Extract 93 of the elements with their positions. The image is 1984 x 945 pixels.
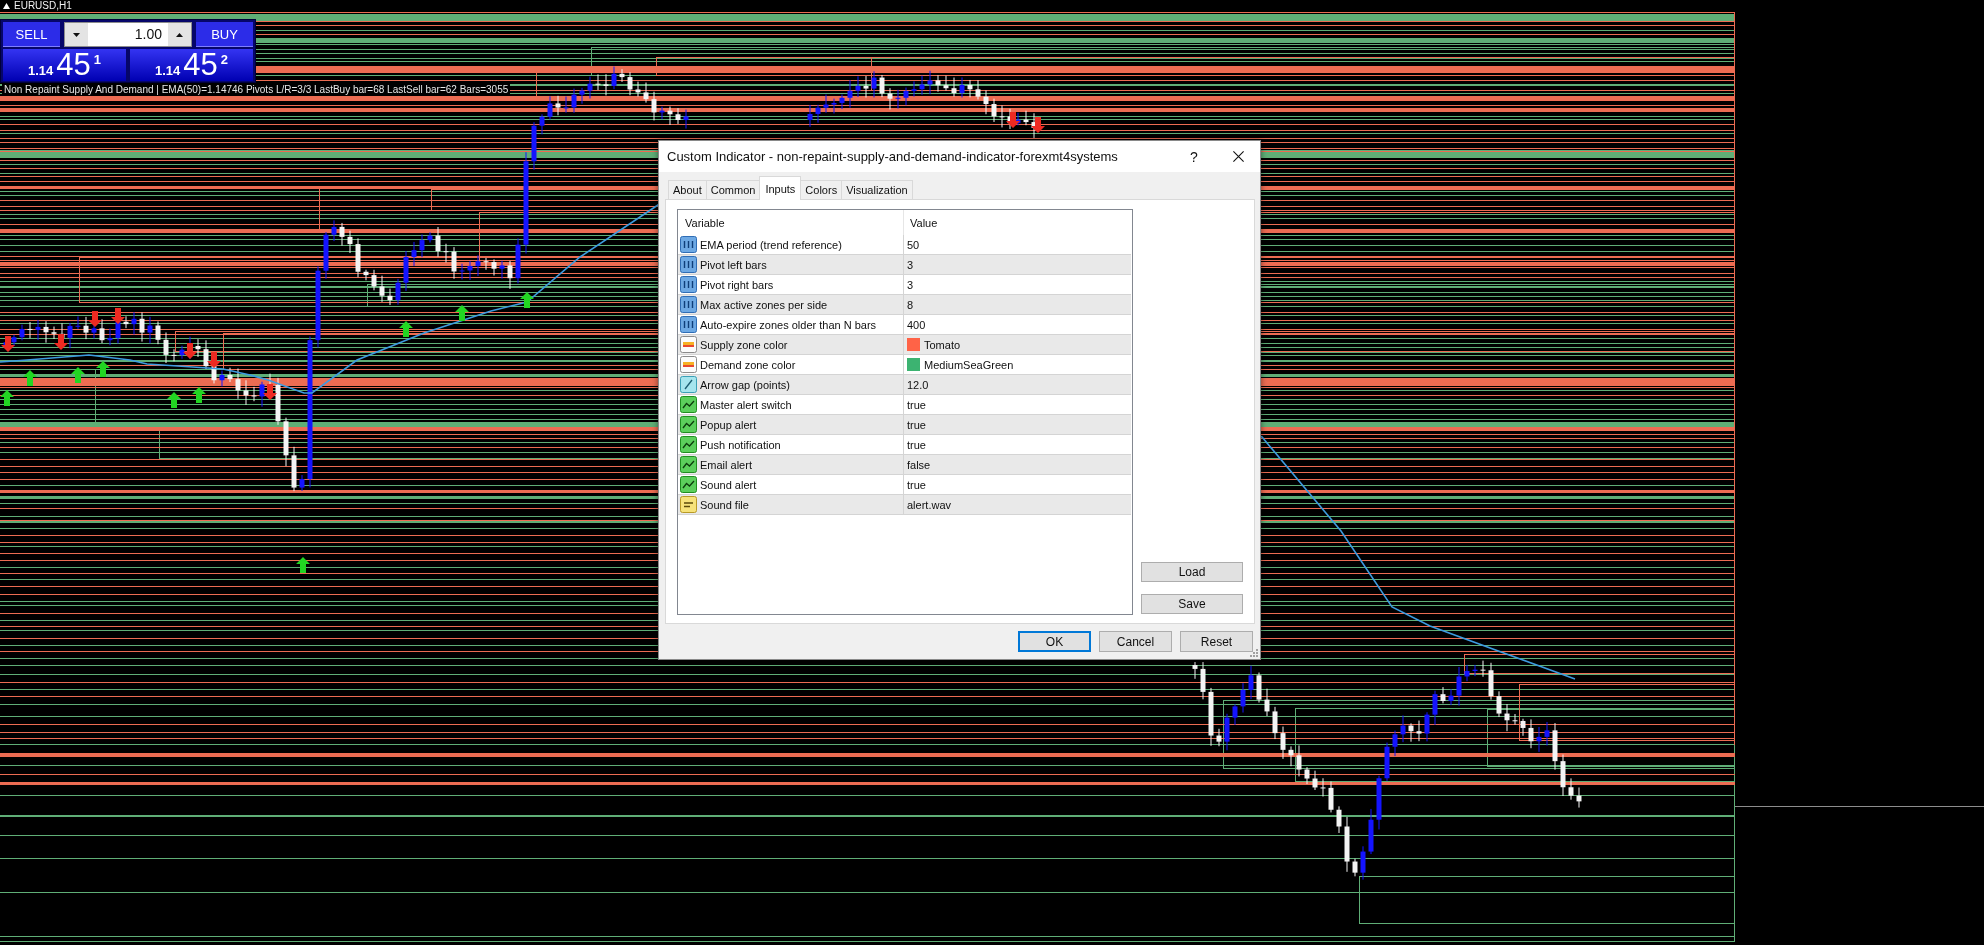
value-text: 3: [907, 258, 914, 271]
variable-name: Master alert switch: [700, 398, 792, 411]
palette-tile-icon: [680, 356, 697, 373]
variable-name: Max active zones per side: [700, 298, 828, 311]
zigzag-tile-icon: [680, 456, 697, 473]
reset-button[interactable]: Reset: [1180, 631, 1253, 652]
value-text: 8: [907, 298, 914, 311]
value-text: 12.0: [907, 378, 929, 391]
input-row[interactable]: Max active zones per side 8: [678, 295, 1131, 315]
variable-name: Email alert: [700, 458, 752, 471]
up-arrow-icon: [296, 557, 310, 573]
value-text: false: [907, 458, 931, 471]
input-row[interactable]: EMA period (trend reference) 50: [678, 235, 1131, 255]
variable-name: Pivot left bars: [700, 258, 767, 271]
up-arrow-icon: [96, 361, 110, 377]
down-arrow-icon: [1006, 112, 1020, 128]
indicator-status-text: Non Repaint Supply And Demand | EMA(50)=1.14746 Pivots L/R=3/3 LastBuy bar=68 LastSell bar=62 Bars=3055: [2, 84, 511, 95]
ok-button[interactable]: OK: [1018, 631, 1091, 652]
dialog-title: Custom Indicator - non-repaint-supply-and-demand-indicator-forexmt4systems: [667, 149, 1119, 164]
input-row[interactable]: Sound alert true: [678, 475, 1131, 495]
input-row[interactable]: Push notification true: [678, 435, 1131, 455]
value-text: Tomato: [924, 338, 961, 351]
up-arrow-icon: [520, 292, 534, 308]
up-arrow-icon: [399, 321, 413, 337]
variable-name: EMA period (trend reference): [700, 238, 842, 251]
value-text: MediumSeaGreen: [924, 358, 1014, 371]
down-arrow-icon: [1031, 117, 1045, 133]
cancel-button[interactable]: Cancel: [1099, 631, 1172, 652]
number-tile-icon: [680, 256, 697, 273]
variable-name: Demand zone color: [700, 358, 796, 371]
save-button[interactable]: Save: [1141, 594, 1243, 614]
up-arrow-icon: [71, 367, 85, 383]
variable-name: Pivot right bars: [700, 278, 774, 291]
value-text: 3: [907, 278, 914, 291]
variable-name: Arrow gap (points): [700, 378, 790, 391]
zigzag-tile-icon: [680, 396, 697, 413]
chart-symbol: EURUSD,H1: [14, 0, 72, 11]
load-button[interactable]: Load: [1141, 562, 1243, 582]
palette-tile-icon: [680, 336, 697, 353]
value-text: true: [907, 398, 926, 411]
close-icon: [1232, 151, 1244, 162]
column-header[interactable]: Value: [904, 210, 1132, 235]
variable-name: Popup alert: [700, 418, 757, 431]
value-text: true: [907, 418, 926, 431]
value-text: true: [907, 438, 926, 451]
down-arrow-icon: [183, 343, 197, 359]
down-arrow-icon: [54, 334, 68, 350]
zigzag-tile-icon: [680, 416, 697, 433]
up-arrow-icon: [167, 392, 181, 408]
number-tile-icon: [680, 316, 697, 333]
variable-name: Auto-expire zones older than N bars: [700, 318, 877, 331]
input-row[interactable]: Supply zone color Tomato: [678, 335, 1131, 355]
input-row[interactable]: Arrow gap (points) 12.0: [678, 375, 1131, 395]
input-row[interactable]: Master alert switch true: [678, 395, 1131, 415]
input-row[interactable]: Pivot left bars 3: [678, 255, 1131, 275]
zigzag-tile-icon: [680, 436, 697, 453]
down-arrow-icon: [111, 308, 125, 324]
up-arrow-icon: [455, 305, 469, 321]
up-triangle-icon[interactable]: [3, 2, 10, 9]
input-row[interactable]: Demand zone color MediumSeaGreen: [678, 355, 1131, 375]
down-arrow-icon: [1, 336, 15, 352]
input-row[interactable]: Email alert false: [678, 455, 1131, 475]
up-arrow-icon: [0, 390, 14, 406]
input-row[interactable]: Popup alert true: [678, 415, 1131, 435]
down-arrow-icon: [88, 311, 102, 327]
up-arrow-icon: [23, 370, 37, 386]
text-tile-icon: [680, 496, 697, 513]
input-row[interactable]: Auto-expire zones older than N bars 400: [678, 315, 1131, 335]
input-row[interactable]: Pivot right bars 3: [678, 275, 1131, 295]
number-tile-icon: [680, 296, 697, 313]
tab[interactable]: Inputs: [759, 176, 802, 200]
down-arrow-icon: [207, 352, 221, 368]
fraction-tile-icon: [680, 376, 697, 393]
input-row[interactable]: Sound file alert.wav: [678, 495, 1131, 515]
tab[interactable]: Visualization: [841, 180, 913, 199]
help-button[interactable]: ?: [1172, 141, 1216, 172]
number-tile-icon: [680, 276, 697, 293]
variable-name: Supply zone color: [700, 338, 788, 351]
variable-name: Sound file: [700, 498, 749, 511]
value-text: alert.wav: [907, 498, 952, 511]
variable-name: Sound alert: [700, 478, 757, 491]
number-tile-icon: [680, 236, 697, 253]
value-text: 400: [907, 318, 926, 331]
up-arrow-icon: [192, 387, 206, 403]
buy-button[interactable]: BUY: [196, 22, 253, 47]
value-text: 50: [907, 238, 920, 251]
value-text: true: [907, 478, 926, 491]
variable-name: Push notification: [700, 438, 781, 451]
down-arrow-icon: [263, 384, 277, 400]
sell-button[interactable]: SELL: [3, 22, 60, 47]
tab[interactable]: About: [668, 180, 707, 199]
size-grip-icon[interactable]: [1250, 649, 1258, 657]
zigzag-tile-icon: [680, 476, 697, 493]
